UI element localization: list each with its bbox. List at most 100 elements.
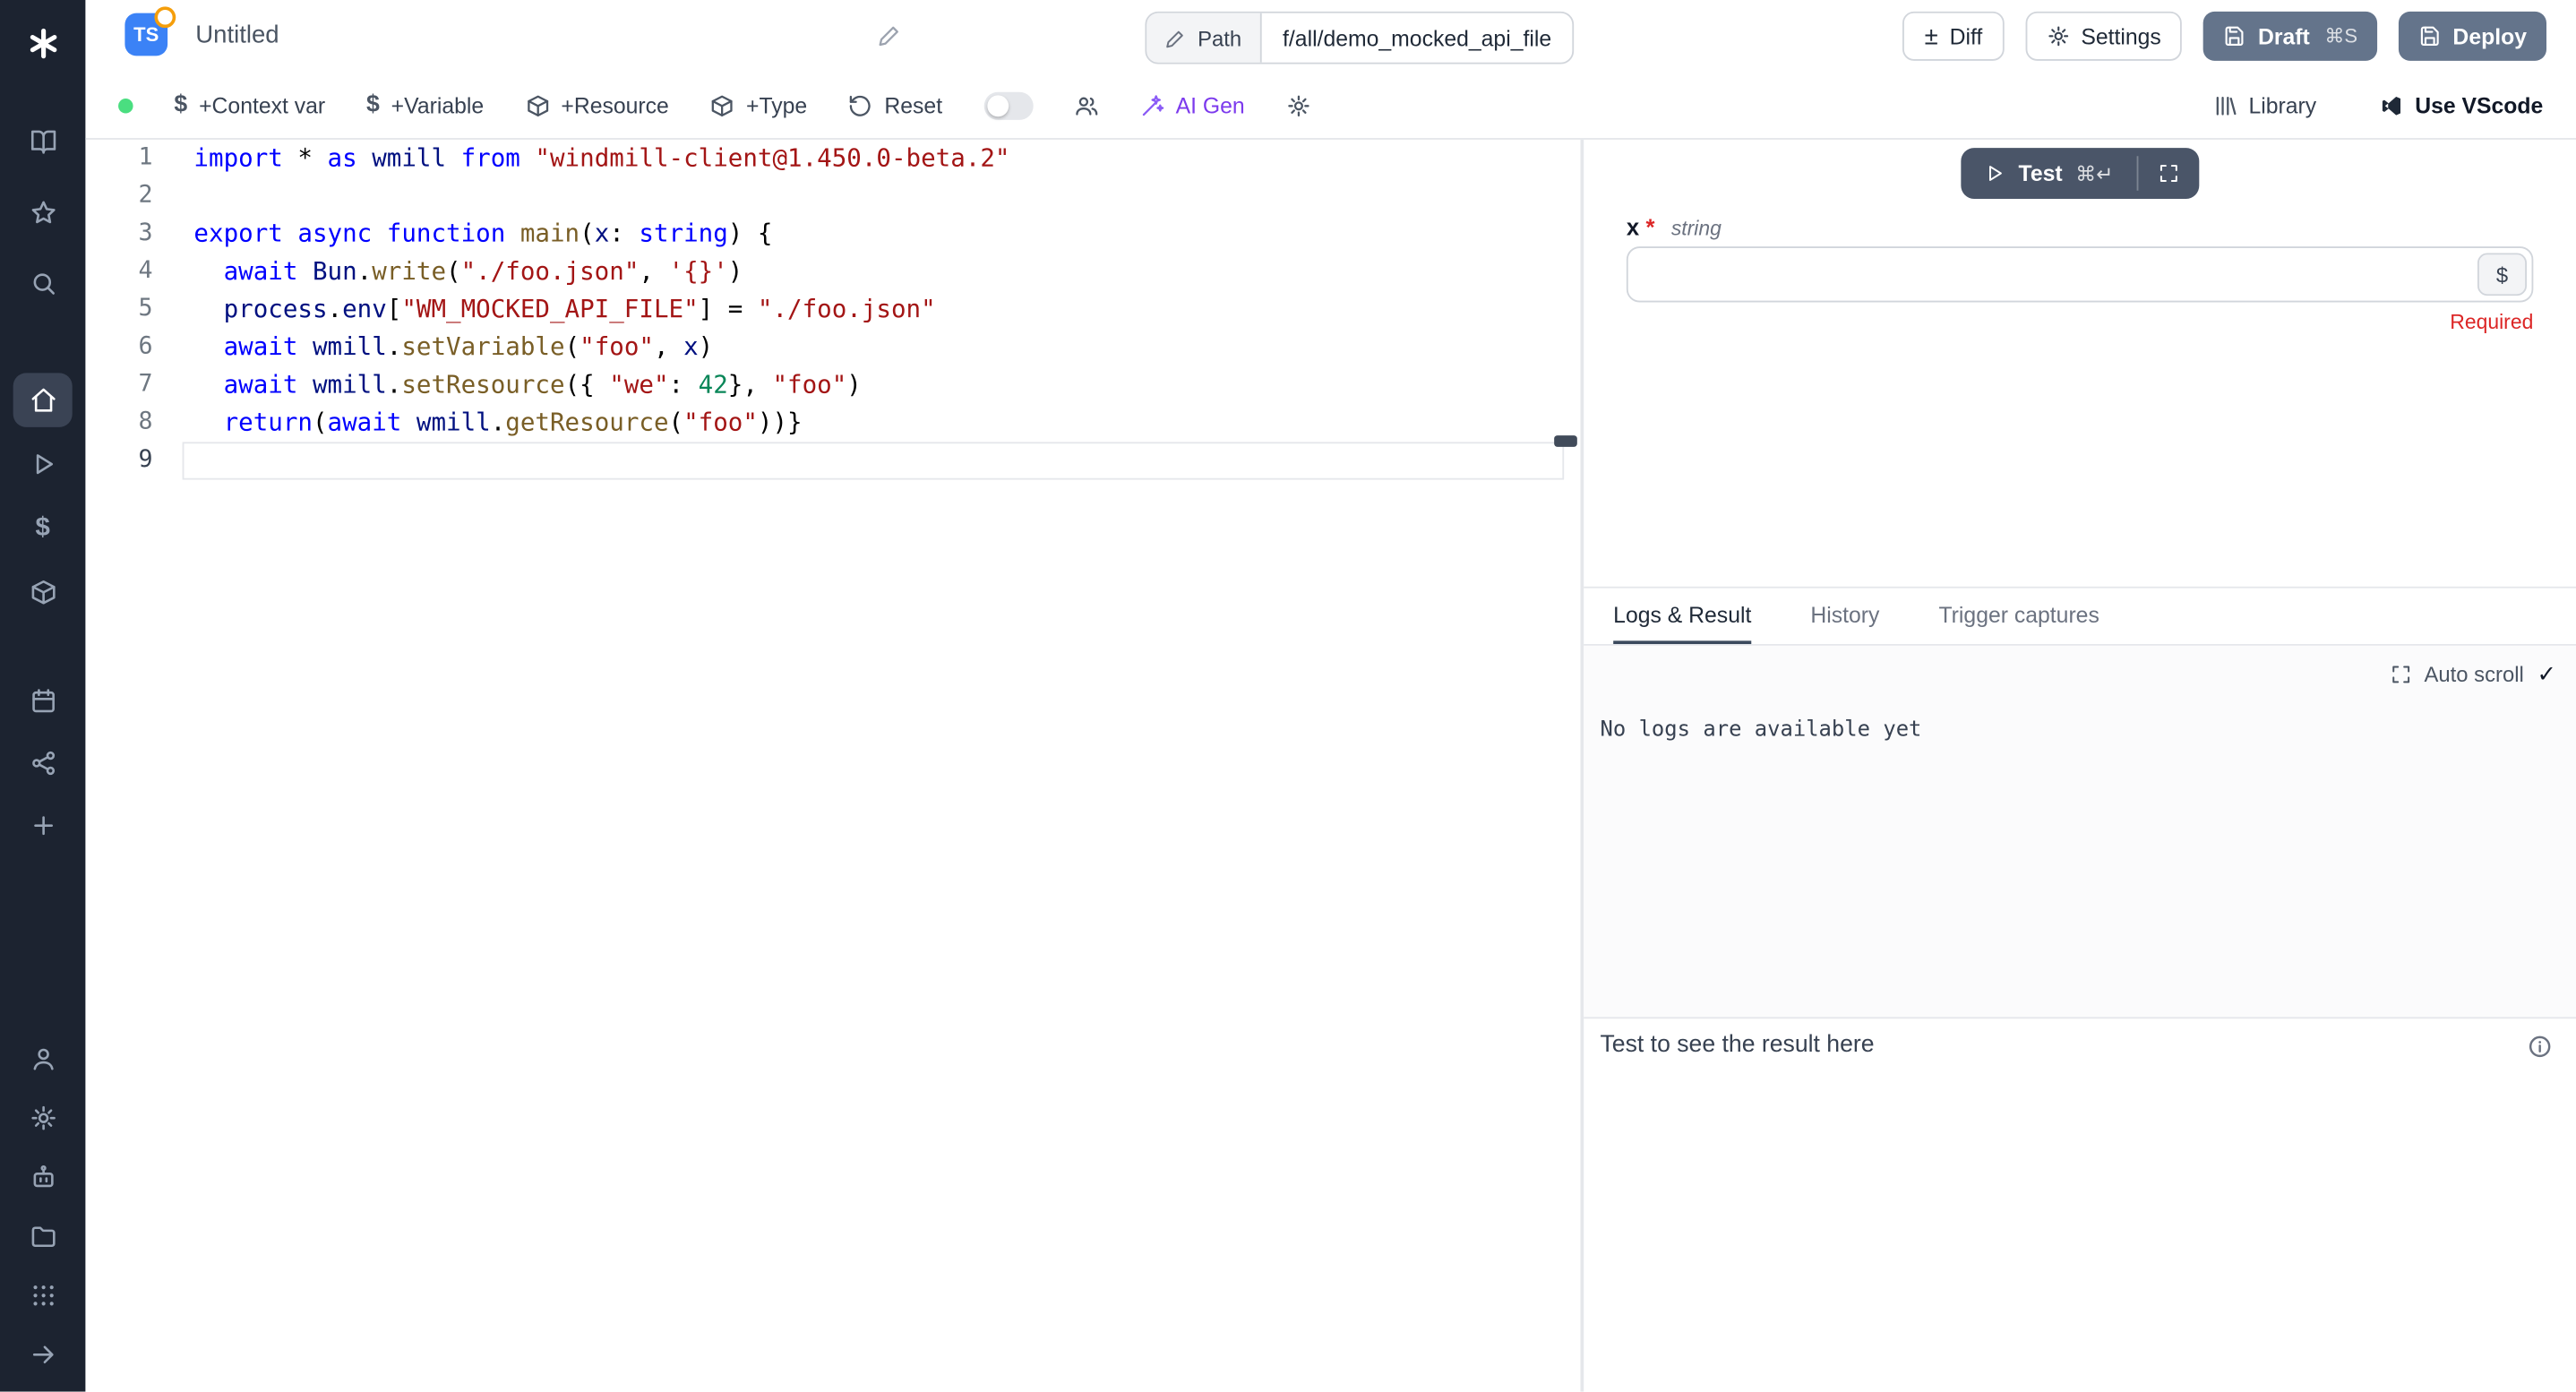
deploy-icon — [2418, 25, 2442, 48]
settings-button[interactable]: Settings — [2025, 12, 2183, 61]
use-vscode-button[interactable]: Use VScode — [2379, 93, 2544, 118]
code-line-5[interactable]: 5 process.env["WM_MOCKED_API_FILE"] = ".… — [85, 291, 1580, 329]
sidebar: $ — [0, 0, 85, 1392]
auto-scroll-label[interactable]: Auto scroll — [2424, 662, 2523, 687]
sidebar-item-favorites-star[interactable] — [13, 185, 73, 240]
code-line-1[interactable]: 1import * as wmill from "windmill-client… — [85, 140, 1580, 177]
draft-button[interactable]: Draft ⌘S — [2203, 12, 2377, 61]
sidebar-item-resources-cube[interactable] — [13, 565, 73, 620]
path-edit-button[interactable]: Path — [1146, 13, 1261, 63]
sidebar-logo-group — [13, 13, 73, 73]
header-actions: ± Diff Settings Draft ⌘S Deploy — [1903, 12, 2546, 61]
test-button[interactable]: Test ⌘↵ — [1961, 148, 2136, 199]
code-text — [181, 442, 194, 479]
edit-title-button[interactable] — [877, 23, 902, 53]
line-number: 1 — [85, 140, 180, 177]
sidebar-item-folders[interactable] — [13, 1209, 73, 1264]
check-icon[interactable]: ✓ — [2537, 660, 2556, 688]
diff-button[interactable]: ± Diff — [1903, 12, 2004, 61]
code-line-2[interactable]: 2 — [85, 177, 1580, 215]
tab-logs-result[interactable]: Logs & Result — [1613, 589, 1751, 644]
search-icon — [29, 270, 56, 297]
logs-empty-text: No logs are available yet — [1601, 718, 1922, 743]
sidebar-item-variables-dollar[interactable]: $ — [13, 501, 73, 555]
draft-label: Draft — [2258, 24, 2310, 49]
add-context-var-button[interactable]: $ +Context var — [174, 92, 325, 118]
collab-toggle[interactable] — [983, 91, 1033, 119]
draft-indicator — [154, 6, 176, 28]
add-plus-icon — [29, 812, 56, 839]
sidebar-item-triggers-nodes[interactable] — [13, 736, 73, 791]
windmill-script-editor: $ TS Untitled Path f/all/demo_mocked_api… — [0, 0, 2576, 1392]
path-label: Path — [1198, 25, 1241, 50]
tab-history[interactable]: History — [1810, 589, 1879, 644]
code-editor[interactable]: 1import * as wmill from "windmill-client… — [85, 140, 1580, 1392]
sidebar-item-runs-play[interactable] — [13, 437, 73, 492]
arg-input-wrap: $ — [1627, 246, 2533, 302]
code-line-9[interactable]: 9 — [85, 442, 1580, 479]
sidebar-item-user[interactable] — [13, 1032, 73, 1087]
workers-robot-icon — [29, 1164, 56, 1191]
code-line-4[interactable]: 4 await Bun.write("./foo.json", '{}') — [85, 253, 1580, 290]
plus-minus-icon: ± — [1925, 24, 1938, 49]
language-badge: TS — [125, 13, 167, 56]
sidebar-item-docs[interactable] — [13, 115, 73, 169]
code-line-7[interactable]: 7 await wmill.setResource({ "we": 42}, "… — [85, 366, 1580, 404]
arg-x-input[interactable] — [1627, 246, 2533, 302]
script-title[interactable]: Untitled — [195, 21, 279, 49]
sidebar-item-schedules-calendar[interactable] — [13, 674, 73, 728]
cube-icon — [710, 93, 735, 118]
line-number: 6 — [85, 329, 180, 366]
expand-test-button[interactable] — [2138, 148, 2199, 199]
add-type-button[interactable]: +Type — [710, 93, 808, 118]
add-resource-button[interactable]: +Resource — [525, 93, 669, 118]
info-icon[interactable] — [2527, 1034, 2553, 1060]
sidebar-item-home[interactable] — [13, 373, 73, 427]
sidebar-item-settings-gear[interactable] — [13, 1091, 73, 1146]
sidebar-item-workers-robot[interactable] — [13, 1150, 73, 1205]
triggers-nodes-icon — [29, 749, 56, 777]
add-type-label: +Type — [746, 93, 807, 118]
library-button[interactable]: Library — [2212, 93, 2316, 118]
settings-label: Settings — [2081, 24, 2160, 49]
deploy-button[interactable]: Deploy — [2399, 12, 2546, 61]
dollar-icon: $ — [174, 92, 187, 118]
insert-variable-button[interactable]: $ — [2477, 253, 2527, 296]
sidebar-item-apps-grid[interactable] — [13, 1268, 73, 1323]
expand-logs-icon[interactable] — [2390, 664, 2411, 685]
add-variable-button[interactable]: $ +Variable — [366, 92, 484, 118]
logs-panel: Auto scroll ✓ No logs are available yet — [1584, 646, 2576, 1018]
result-placeholder: Test to see the result here — [1601, 1032, 1875, 1058]
reset-button[interactable]: Reset — [848, 93, 942, 118]
line-number: 7 — [85, 366, 180, 404]
toolbar-right: Library Use VScode — [2212, 93, 2543, 118]
code-line-8[interactable]: 8 return(await wmill.getResource("foo"))… — [85, 404, 1580, 442]
runs-play-icon — [29, 451, 56, 478]
line-number: 3 — [85, 215, 180, 253]
test-label: Test — [2019, 161, 2063, 186]
editor-settings-gear-icon[interactable] — [1286, 93, 1311, 118]
code-line-6[interactable]: 6 await wmill.setVariable("foo", x) — [85, 329, 1580, 366]
windmill-logo-icon — [25, 25, 60, 60]
path-control[interactable]: Path f/all/demo_mocked_api_file — [1145, 12, 1574, 64]
run-section: Test ⌘↵ x * string — [1584, 140, 2576, 587]
result-panel: Test to see the result here — [1584, 1018, 2576, 1391]
required-asterisk: * — [1645, 213, 1654, 239]
sidebar-item-expand-arrow[interactable] — [13, 1328, 73, 1382]
sidebar-item-search[interactable] — [13, 256, 73, 311]
collaborators-icon[interactable] — [1074, 93, 1099, 118]
sidebar-item-add-plus[interactable] — [13, 798, 73, 853]
ai-gen-button[interactable]: AI Gen — [1139, 93, 1244, 118]
diff-label: Diff — [1950, 24, 1983, 49]
sidebar-bottom-group — [13, 1032, 73, 1382]
sidebar-item-windmill-logo[interactable] — [13, 13, 73, 73]
result-tabs: Logs & Result History Trigger captures — [1584, 587, 2576, 646]
sidebar-main-group: $ — [13, 373, 73, 619]
wand-sparkles-icon — [1139, 93, 1164, 118]
settings-gear-icon — [29, 1104, 56, 1132]
scrollbar-marker[interactable] — [1554, 435, 1577, 447]
code-text: await wmill.setVariable("foo", x) — [181, 329, 713, 366]
pencil-icon — [877, 23, 902, 48]
code-line-3[interactable]: 3export async function main(x: string) { — [85, 215, 1580, 253]
tab-trigger-captures[interactable]: Trigger captures — [1938, 589, 2099, 644]
